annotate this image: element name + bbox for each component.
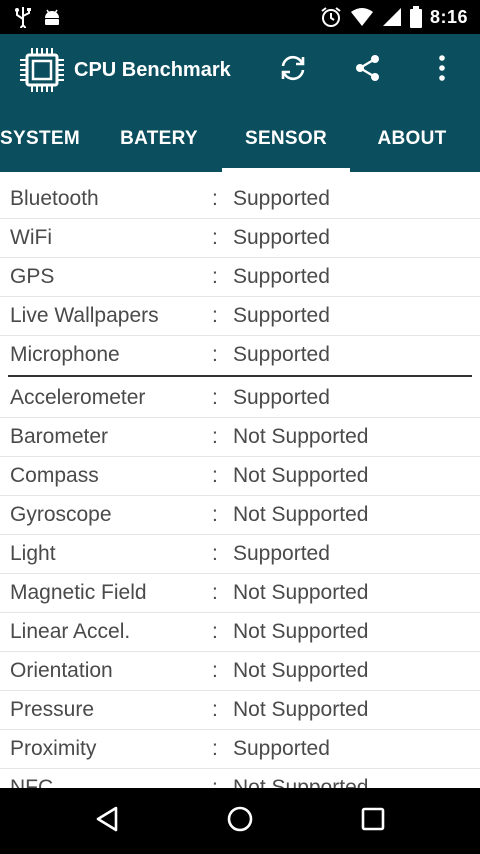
feature-name: Microphone bbox=[10, 342, 120, 366]
separator: : bbox=[212, 186, 218, 210]
feature-name: WiFi bbox=[10, 225, 52, 249]
feature-name: GPS bbox=[10, 264, 55, 288]
refresh-icon bbox=[278, 53, 308, 88]
feature-status: Supported bbox=[233, 303, 330, 327]
sensor-name: Orientation bbox=[10, 658, 113, 682]
list-item: Accelerometer : Supported bbox=[0, 378, 480, 418]
feature-name: Bluetooth bbox=[10, 186, 99, 210]
tab-system[interactable]: SYSTEM bbox=[0, 106, 100, 172]
sensor-name: Accelerometer bbox=[10, 385, 146, 409]
sensor-name: Pressure bbox=[10, 697, 95, 721]
back-triangle-icon bbox=[94, 805, 120, 838]
separator: : bbox=[212, 736, 218, 760]
share-button[interactable] bbox=[346, 48, 390, 92]
back-button[interactable] bbox=[79, 796, 135, 846]
refresh-button[interactable] bbox=[271, 48, 315, 92]
navigation-bar bbox=[0, 788, 480, 854]
sensor-name: Light bbox=[10, 541, 56, 565]
list-item: Microphone : Supported bbox=[0, 335, 480, 374]
sensor-status: Not Supported bbox=[233, 580, 369, 604]
sensor-status: Not Supported bbox=[233, 697, 369, 721]
separator: : bbox=[212, 697, 218, 721]
tab-sensor[interactable]: SENSOR bbox=[222, 106, 350, 172]
sensor-name: Linear Accel. bbox=[10, 619, 131, 643]
separator: : bbox=[212, 342, 218, 366]
feature-name: Live Wallpapers bbox=[10, 303, 159, 327]
separator: : bbox=[212, 580, 218, 604]
sensor-status: Not Supported bbox=[233, 502, 369, 526]
tab-about[interactable]: ABOUT bbox=[352, 106, 472, 172]
app-bar: CPU Benchmark bbox=[0, 34, 480, 106]
list-item: Barometer : Not Supported bbox=[0, 417, 480, 457]
more-vert-icon bbox=[437, 54, 447, 87]
list-item: Magnetic Field : Not Supported bbox=[0, 573, 480, 613]
recents-square-icon bbox=[360, 806, 386, 837]
sensor-status: Not Supported bbox=[233, 619, 369, 643]
sensor-status: Supported bbox=[233, 541, 330, 565]
list-item: WiFi : Supported bbox=[0, 218, 480, 258]
list-item: Compass : Not Supported bbox=[0, 456, 480, 496]
list-item: Light : Supported bbox=[0, 534, 480, 574]
recents-button[interactable] bbox=[345, 796, 401, 846]
sensor-status: Not Supported bbox=[233, 424, 369, 448]
separator: : bbox=[212, 303, 218, 327]
wifi-icon bbox=[350, 7, 374, 27]
list-item: Pressure : Not Supported bbox=[0, 690, 480, 730]
cpu-chip-logo-icon bbox=[18, 46, 66, 94]
sensor-status: Supported bbox=[233, 736, 330, 760]
separator: : bbox=[212, 619, 218, 643]
sensor-name: Compass bbox=[10, 463, 99, 487]
separator: : bbox=[212, 502, 218, 526]
usb-icon bbox=[14, 6, 32, 28]
status-time: 8:16 bbox=[429, 6, 468, 27]
app-title: CPU Benchmark bbox=[74, 58, 231, 81]
separator: : bbox=[212, 658, 218, 682]
tab-battery[interactable]: BATERY bbox=[100, 106, 218, 172]
sensor-list[interactable]: Bluetooth : Supported WiFi : Supported G… bbox=[0, 172, 480, 788]
status-bar: 8:16 bbox=[0, 0, 480, 34]
cell-signal-icon bbox=[382, 7, 402, 27]
sensor-name: Magnetic Field bbox=[10, 580, 147, 604]
feature-status: Supported bbox=[233, 342, 330, 366]
list-item: Bluetooth : Supported bbox=[0, 179, 480, 219]
sensor-name: Gyroscope bbox=[10, 502, 112, 526]
alarm-icon bbox=[320, 6, 342, 28]
sensor-name: NFC bbox=[10, 775, 54, 789]
feature-status: Supported bbox=[233, 264, 330, 288]
list-item: Proximity : Supported bbox=[0, 729, 480, 769]
separator: : bbox=[212, 541, 218, 565]
separator: : bbox=[212, 463, 218, 487]
sensor-status: Not Supported bbox=[233, 658, 369, 682]
separator: : bbox=[212, 424, 218, 448]
overflow-menu-button[interactable] bbox=[420, 48, 464, 92]
list-item: Linear Accel. : Not Supported bbox=[0, 612, 480, 652]
list-item: Orientation : Not Supported bbox=[0, 651, 480, 691]
list-item: Live Wallpapers : Supported bbox=[0, 296, 480, 336]
separator: : bbox=[212, 775, 218, 789]
sensor-status: Supported bbox=[233, 385, 330, 409]
feature-status: Supported bbox=[233, 186, 330, 210]
android-debug-icon bbox=[42, 7, 62, 27]
list-item: NFC : Not Supported bbox=[0, 768, 480, 789]
sensor-status: Not Supported bbox=[233, 775, 369, 789]
separator: : bbox=[212, 225, 218, 249]
sensor-name: Proximity bbox=[10, 736, 97, 760]
sensor-status: Not Supported bbox=[233, 463, 369, 487]
section-divider bbox=[8, 375, 472, 377]
list-item: GPS : Supported bbox=[0, 257, 480, 297]
sensor-name: Barometer bbox=[10, 424, 109, 448]
battery-icon bbox=[409, 6, 422, 28]
tab-bar: SYSTEM BATERY SENSOR ABOUT bbox=[0, 106, 480, 172]
list-item: Gyroscope : Not Supported bbox=[0, 495, 480, 535]
share-icon bbox=[353, 53, 383, 88]
separator: : bbox=[212, 264, 218, 288]
home-button[interactable] bbox=[212, 796, 268, 846]
home-circle-icon bbox=[226, 805, 254, 838]
feature-status: Supported bbox=[233, 225, 330, 249]
separator: : bbox=[212, 385, 218, 409]
